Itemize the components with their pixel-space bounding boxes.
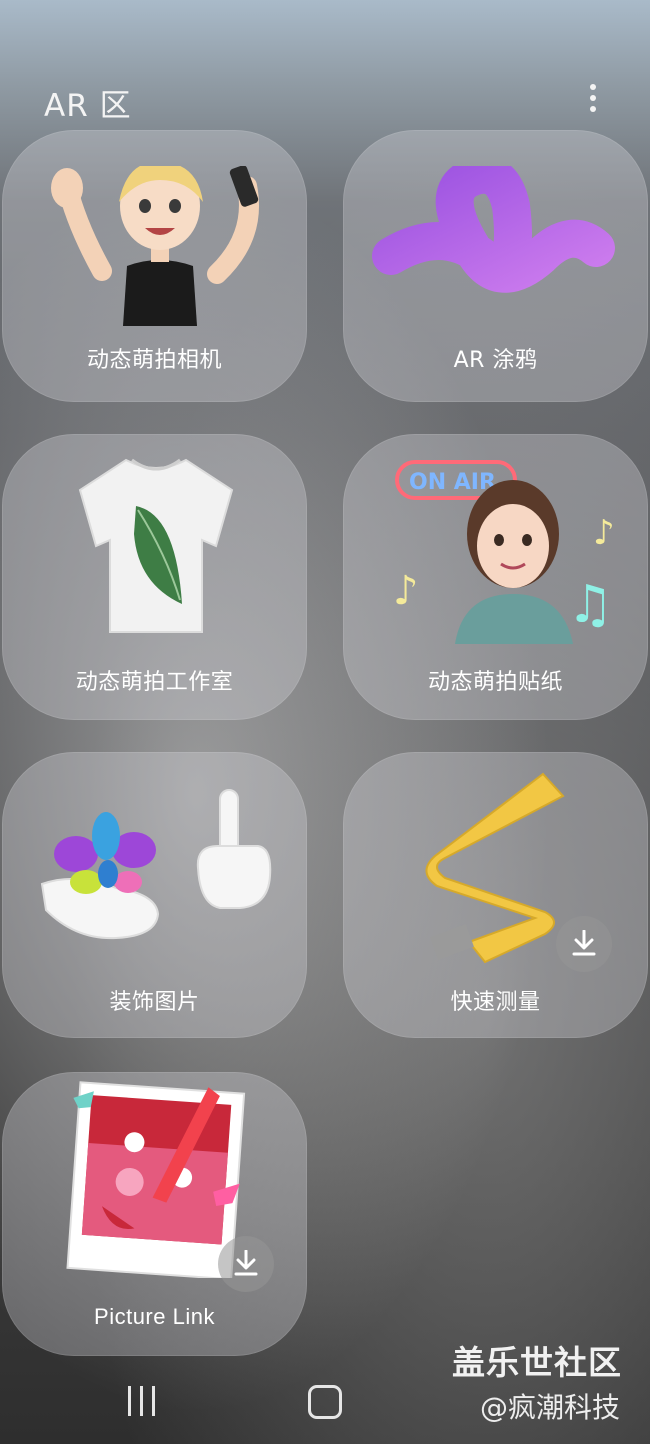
tile-ar-emoji-studio[interactable]: 动态萌拍工作室 xyxy=(2,434,307,720)
more-options-icon[interactable] xyxy=(578,80,608,116)
measuring-tape-icon xyxy=(425,772,565,964)
tile-label: 动态萌拍工作室 xyxy=(75,670,234,695)
download-button[interactable] xyxy=(218,1236,274,1292)
tile-label: 动态萌拍贴纸 xyxy=(427,670,563,695)
svg-text:♪: ♪ xyxy=(393,568,419,614)
home-icon[interactable] xyxy=(308,1385,342,1419)
download-icon xyxy=(234,1250,258,1276)
tile-label: 快速测量 xyxy=(450,990,541,1015)
waving-avatar-icon xyxy=(51,166,259,326)
on-air-sign-text: ON AIR xyxy=(409,470,496,495)
tile-label: 动态萌拍相机 xyxy=(86,348,222,373)
avatar-sticker-icon: ON AIR ♪ ♪ ♫ xyxy=(393,460,615,644)
tile-deco-pic[interactable]: 装饰图片 xyxy=(2,752,307,1038)
watermark-author: @疯潮科技 xyxy=(480,1391,621,1424)
tshirt-icon xyxy=(78,458,234,633)
tile-label: AR 涂鸦 xyxy=(453,348,538,373)
download-button[interactable] xyxy=(556,916,612,972)
svg-text:♪: ♪ xyxy=(593,513,615,553)
tile-ar-doodle[interactable]: AR 涂鸦 xyxy=(343,130,648,402)
page-title: AR 区 xyxy=(44,88,132,124)
tile-ar-emoji-camera[interactable]: 动态萌拍相机 xyxy=(2,130,307,402)
balloon-hands-icon xyxy=(40,789,272,940)
tile-ar-emoji-stickers[interactable]: ON AIR ♪ ♪ ♫ 动态萌拍贴纸 xyxy=(343,434,648,720)
watermark-community: 盖乐世社区 xyxy=(452,1343,622,1382)
tile-label: Picture Link xyxy=(94,1304,215,1329)
tile-picture-link[interactable]: Picture Link xyxy=(2,1072,307,1356)
tile-label: 装饰图片 xyxy=(109,990,200,1015)
download-icon xyxy=(572,930,596,956)
purple-squiggle-icon xyxy=(372,166,615,293)
recents-icon[interactable] xyxy=(128,1386,158,1416)
tile-quick-measure[interactable]: 快速测量 xyxy=(343,752,648,1038)
svg-text:♫: ♫ xyxy=(567,575,614,635)
